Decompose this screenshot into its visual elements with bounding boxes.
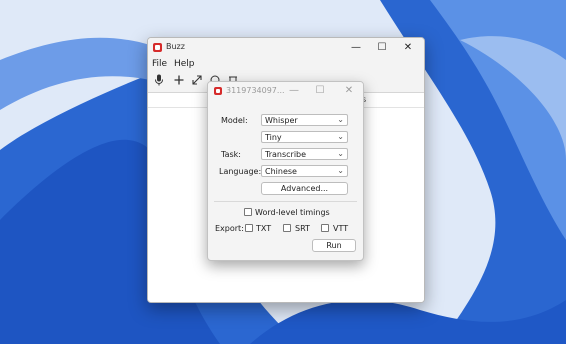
export-vtt-checkbox[interactable] — [321, 224, 329, 232]
model-select-value: Whisper — [265, 116, 298, 125]
model-size-select[interactable]: Tiny ⌄ — [261, 131, 348, 143]
task-select-value: Transcribe — [265, 150, 307, 159]
microphone-icon — [155, 74, 163, 86]
plus-icon — [174, 75, 184, 85]
main-window-title: Buzz — [166, 42, 185, 51]
task-label: Task: — [221, 150, 241, 159]
menu-bar: File Help — [148, 58, 424, 72]
main-titlebar[interactable]: Buzz — ☐ ✕ — [148, 38, 424, 58]
chevron-down-icon: ⌄ — [337, 115, 344, 124]
task-select[interactable]: Transcribe ⌄ — [261, 148, 348, 160]
export-label: Export: — [215, 224, 244, 233]
record-microphone-button[interactable] — [151, 74, 167, 90]
dialog-close-button[interactable]: ✕ — [340, 83, 358, 99]
language-select-value: Chinese — [265, 167, 297, 176]
dialog-minimize-button[interactable]: — — [285, 83, 303, 99]
maximize-button[interactable]: ☐ — [372, 40, 392, 56]
word-level-timings-checkbox[interactable] — [244, 208, 252, 216]
model-label: Model: — [221, 116, 248, 125]
word-level-timings-label: Word-level timings — [255, 208, 330, 217]
minimize-button[interactable]: — — [346, 40, 366, 56]
menu-help[interactable]: Help — [174, 59, 195, 69]
chevron-down-icon: ⌄ — [337, 132, 344, 141]
language-select[interactable]: Chinese ⌄ — [261, 165, 348, 177]
export-vtt-label: VTT — [333, 224, 349, 233]
run-button[interactable]: Run — [312, 239, 356, 252]
expand-arrows-icon — [192, 75, 202, 85]
expand-button[interactable] — [189, 74, 205, 90]
model-select[interactable]: Whisper ⌄ — [261, 114, 348, 126]
export-txt-checkbox[interactable] — [245, 224, 253, 232]
dialog-title: 3119734097... — [226, 86, 285, 95]
export-srt-checkbox[interactable] — [283, 224, 291, 232]
advanced-button[interactable]: Advanced... — [261, 182, 348, 195]
export-txt-label: TXT — [256, 224, 272, 233]
buzz-dialog-icon — [214, 87, 222, 95]
dialog-titlebar[interactable]: 3119734097... — ☐ ✕ — [208, 82, 363, 100]
chevron-down-icon: ⌄ — [337, 166, 344, 175]
file-transcriber-dialog: 3119734097... — ☐ ✕ Model: Whisper ⌄ Tin… — [207, 81, 364, 261]
export-srt-label: SRT — [295, 224, 310, 233]
model-size-select-value: Tiny — [265, 133, 282, 142]
chevron-down-icon: ⌄ — [337, 149, 344, 158]
close-button[interactable]: ✕ — [398, 40, 418, 56]
menu-file[interactable]: File — [152, 59, 167, 69]
language-label: Language: — [219, 167, 262, 176]
dialog-maximize-button[interactable]: ☐ — [311, 83, 329, 99]
buzz-app-icon — [153, 43, 162, 52]
add-file-button[interactable] — [171, 74, 187, 90]
dialog-divider — [214, 201, 357, 202]
